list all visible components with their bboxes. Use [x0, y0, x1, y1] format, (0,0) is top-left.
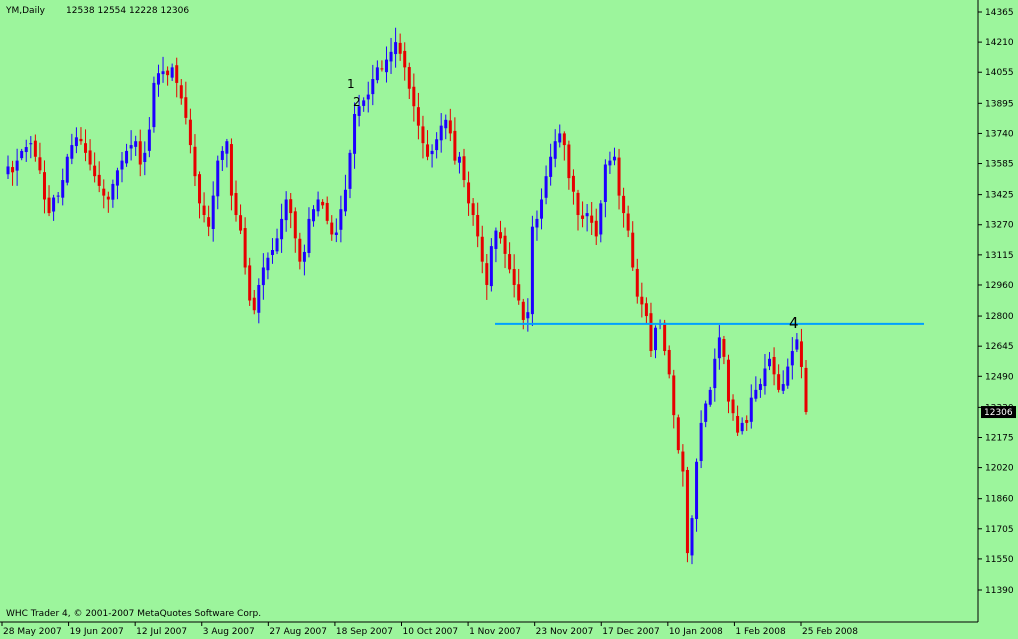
x-tick-label: 10 Oct 2007 — [403, 627, 459, 637]
x-tick-label: 1 Nov 2007 — [469, 627, 521, 637]
x-tick-label: 17 Dec 2007 — [602, 627, 660, 637]
x-tick-label: 25 Feb 2008 — [802, 627, 858, 637]
x-tick-label: 12 Jul 2007 — [136, 627, 187, 637]
wave-label-4: 4 — [789, 314, 799, 332]
candle — [65, 153, 69, 186]
y-tick-label: 11860 — [985, 495, 1014, 505]
y-tick-label: 11550 — [985, 555, 1014, 565]
y-tick-label: 13270 — [985, 221, 1014, 231]
chart-window: 1 2 4 14365 14210 14055 13895 13740 13585 13425 1… — [0, 0, 1018, 639]
candle — [663, 319, 667, 356]
x-tick-label: 3 Aug 2007 — [203, 627, 255, 637]
candle — [152, 76, 156, 133]
y-tick-label: 13115 — [985, 251, 1014, 261]
y-tick-label: 12800 — [985, 312, 1014, 322]
wave-label-2: 2 — [353, 95, 361, 109]
candle — [489, 238, 493, 292]
y-tick-label: 12490 — [985, 372, 1014, 382]
x-tick-label: 28 May 2007 — [3, 627, 62, 637]
x-tick-label: 27 Aug 2007 — [269, 627, 327, 637]
wave-label-1: 1 — [347, 77, 355, 91]
x-tick-label: 18 Sep 2007 — [336, 627, 393, 637]
copyright-text: WHC Trader 4, © 2001-2007 MetaQuotes Sof… — [6, 609, 261, 619]
candlestick-chart: 1 2 4 14365 14210 14055 13895 13740 13585 13425 1… — [0, 0, 1018, 639]
x-tick-label: 10 Jan 2008 — [669, 627, 723, 637]
x-tick-label: 19 Jun 2007 — [70, 627, 124, 637]
last-price-label: 12306 — [981, 406, 1016, 419]
y-tick-label: 12175 — [985, 433, 1014, 443]
candle — [676, 414, 680, 454]
chart-header-symbol: YM,Daily — [5, 6, 46, 16]
y-tick-label: 11705 — [985, 525, 1014, 535]
candle — [685, 466, 689, 563]
y-tick-label: 14210 — [985, 38, 1014, 48]
y-tick-label: 12020 — [985, 464, 1014, 474]
y-tick-label: 11390 — [985, 586, 1014, 596]
candle — [530, 215, 534, 327]
y-tick-label: 13585 — [985, 160, 1014, 170]
y-tick-label: 13425 — [985, 191, 1014, 201]
x-tick-label: 23 Nov 2007 — [536, 627, 594, 637]
y-tick-label: 12960 — [985, 281, 1014, 291]
x-tick-label: 1 Feb 2008 — [735, 627, 786, 637]
chart-header-ohlc: 12538 12554 12228 12306 — [66, 6, 189, 16]
y-tick-label: 14055 — [985, 68, 1014, 78]
candle — [667, 345, 671, 379]
y-tick-label: 13895 — [985, 99, 1014, 109]
candle — [804, 360, 808, 415]
y-tick-label: 13740 — [985, 129, 1014, 139]
y-tick-label: 12645 — [985, 342, 1014, 352]
last-price-text: 12306 — [984, 408, 1013, 418]
y-tick-label: 14365 — [985, 8, 1014, 18]
